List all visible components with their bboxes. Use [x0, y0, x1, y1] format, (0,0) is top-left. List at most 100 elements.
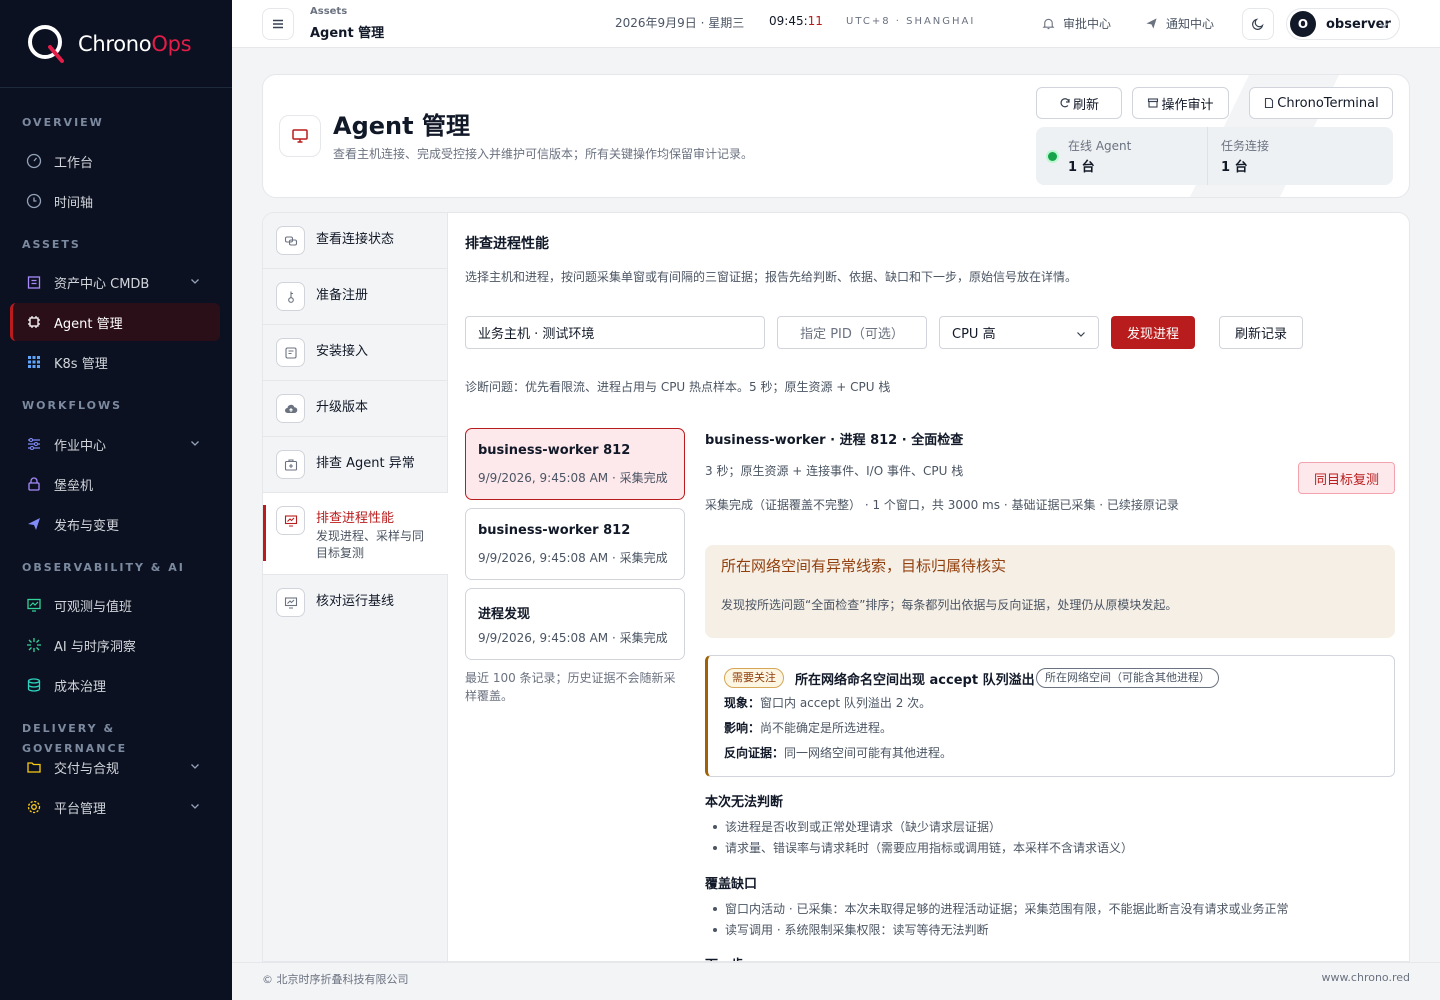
cannot-judge-title: 本次无法判断	[705, 795, 784, 810]
document-icon	[1265, 97, 1274, 109]
sidebar-item-label: 平台管理	[54, 801, 107, 817]
topbar: Assets Agent 管理 2026年9月9日 · 星期三 09:45:11…	[232, 0, 1440, 48]
chevron-down-icon	[1380, 23, 1388, 28]
sidebar-item-cost[interactable]: 成本治理	[10, 666, 220, 704]
install-icon	[276, 338, 305, 367]
step-baseline[interactable]: 核对运行基线	[263, 575, 448, 631]
brand-logo[interactable]: ChronoOps	[0, 0, 232, 88]
active-indicator	[263, 505, 266, 561]
send-icon	[28, 518, 40, 530]
menu-toggle-button[interactable]	[262, 8, 294, 40]
breadcrumb-parent[interactable]: Assets	[310, 6, 347, 17]
bell-icon	[1042, 18, 1055, 30]
refresh-icon	[1060, 98, 1070, 108]
footer-site-link[interactable]: www.chrono.red	[1321, 971, 1410, 984]
chip-icon	[28, 316, 40, 328]
monitor-chart-icon	[276, 588, 305, 617]
list-item: 读写调用 · 系统限制采集权限：读写等待无法判断	[711, 921, 988, 938]
monitor-chart-icon	[276, 506, 305, 535]
avatar: O	[1290, 11, 1316, 37]
sidebar-item-jobs[interactable]: 作业中心	[10, 425, 220, 463]
brand-name: ChronoOps	[78, 31, 192, 56]
detail-scope: 3 秒；原生资源 + 连接事件、I/O 事件、CPU 栈	[705, 464, 964, 478]
next-steps-title: 下一步	[705, 954, 744, 961]
alert-title: 所在网络空间有异常线索，目标归属待核实	[721, 557, 1007, 575]
agent-stats: 在线 Agent 1 台 任务连接 1 台	[1036, 127, 1393, 185]
list-item: 窗口内活动 · 已采集：本次未取得足够的进程活动证据；采集范围有限，不能据此断言…	[711, 900, 1288, 917]
sidebar-item-timeline[interactable]: 时间轴	[10, 182, 220, 220]
detail-status: 采集完成（证据覆盖不完整） · 1 个窗口，共 3000 ms · 基础证据已采…	[705, 498, 1179, 512]
sidebar-item-label: 发布与变更	[54, 518, 120, 534]
grid-icon	[28, 356, 40, 368]
monitor-chart-icon	[27, 598, 41, 612]
record-item[interactable]: business-worker 812 9/9/2026, 9:45:08 AM…	[465, 508, 685, 580]
step-upgrade[interactable]: 升级版本	[263, 381, 448, 437]
list-item: 该进程是否收到或正常处理请求（缺少请求层证据）	[711, 818, 1001, 835]
approval-center-link[interactable]: 审批中心	[1042, 15, 1111, 32]
page-subtitle: 查看主机连接、完成受控接入并维护可信版本；所有关键操作均保留审计记录。	[333, 147, 754, 161]
key-icon	[276, 282, 305, 311]
lock-icon	[28, 477, 40, 491]
chevron-down-icon	[191, 279, 199, 284]
theme-toggle-button[interactable]	[1242, 8, 1274, 40]
chevron-down-icon	[191, 804, 199, 809]
sidebar-item-release[interactable]: 发布与变更	[10, 505, 220, 543]
menu-icon	[273, 19, 283, 29]
section-assets: ASSETS	[22, 238, 81, 251]
gear-icon	[27, 800, 41, 814]
user-menu[interactable]: O observer	[1286, 8, 1400, 40]
refresh-button[interactable]: 刷新	[1036, 87, 1122, 119]
sidebar-item-label: 堡垒机	[54, 478, 94, 494]
sidebar: ChronoOps OVERVIEW 工作台 时间轴 ASSETS 资产中心 C…	[0, 0, 232, 1000]
sidebar-item-platform[interactable]: 平台管理	[10, 788, 220, 826]
archive-icon	[1148, 98, 1159, 108]
building-icon	[27, 276, 41, 289]
sidebar-item-cmdb[interactable]: 资产中心 CMDB	[10, 263, 220, 301]
sliders-icon	[28, 438, 40, 450]
chrono-terminal-button[interactable]: ChronoTerminal	[1249, 87, 1393, 119]
record-item[interactable]: business-worker 812 9/9/2026, 9:45:08 AM…	[465, 428, 685, 500]
chevron-down-icon	[191, 441, 199, 446]
monitor-icon	[279, 115, 321, 157]
notification-center-link[interactable]: 通知中心	[1145, 15, 1214, 32]
audit-button[interactable]: 操作审计	[1132, 87, 1229, 119]
page-title: Agent 管理	[333, 112, 470, 140]
list-item: 请求量、错误率与请求耗时（需要应用指标或调用链，本采样不含请求语义）	[711, 839, 1133, 856]
finding-row: 现象：窗口内 accept 队列溢出 2 次。	[724, 696, 932, 710]
step-process-performance[interactable]: 排查进程性能 发现进程、采样与同目标复测	[263, 493, 448, 575]
summary-alert: 所在网络空间有异常线索，目标归属待核实 发现按所选问题“全面检查”排序；每条都列…	[705, 545, 1395, 638]
sidebar-item-label: 成本治理	[54, 679, 107, 695]
sidebar-item-bastion[interactable]: 堡垒机	[10, 465, 220, 503]
logo-icon	[26, 23, 68, 65]
sidebar-item-observability[interactable]: 可观测与值班	[10, 586, 220, 624]
severity-badge: 需要关注	[724, 668, 784, 688]
section-title: 排查进程性能	[465, 236, 549, 252]
page-header-card: Agent 管理 查看主机连接、完成受控接入并维护可信版本；所有关键操作均保留审…	[262, 74, 1410, 198]
sparkle-icon	[27, 638, 41, 652]
step-install[interactable]: 安装接入	[263, 325, 448, 381]
breadcrumb-current: Agent 管理	[310, 26, 385, 41]
section-observability: OBSERVABILITY & AI	[22, 561, 185, 574]
sidebar-item-label: 资产中心 CMDB	[54, 276, 150, 292]
sidebar-item-agent[interactable]: Agent 管理	[10, 303, 220, 341]
send-icon	[1146, 18, 1157, 29]
sidebar-item-label: 可观测与值班	[54, 599, 133, 615]
finding-title: 所在网络命名空间出现 accept 队列溢出	[795, 673, 1035, 688]
step-connection-status[interactable]: 查看连接状态	[263, 213, 448, 269]
process-performance-content: 排查进程性能 选择主机和进程，按问题采集单窗或有间隔的三窗证据；报告先给判断、依…	[449, 213, 1409, 961]
record-item[interactable]: 进程发现 9/9/2026, 9:45:08 AM · 采集完成	[465, 588, 685, 660]
sidebar-item-ai[interactable]: AI 与时序洞察	[10, 626, 220, 664]
coverage-gaps-title: 覆盖缺口	[705, 877, 758, 892]
step-prepare-register[interactable]: 准备注册	[263, 269, 448, 325]
workflow-steps: 查看连接状态 准备注册 安装接入 升级版本 排查 Agent 异常 排查进程性能…	[263, 213, 448, 961]
current-time: 09:45:11	[769, 14, 823, 28]
sidebar-item-label: 工作台	[54, 155, 94, 171]
sidebar-item-k8s[interactable]: K8s 管理	[10, 343, 220, 381]
sidebar-item-label: AI 与时序洞察	[54, 639, 136, 655]
database-icon	[27, 678, 41, 692]
sidebar-item-compliance[interactable]: 交付与合规	[10, 748, 220, 786]
rerun-same-target-button[interactable]: 同目标复测	[1298, 462, 1395, 494]
sidebar-item-dashboard[interactable]: 工作台	[10, 142, 220, 180]
step-troubleshoot-agent[interactable]: 排查 Agent 异常	[263, 437, 448, 493]
sidebar-item-label: 作业中心	[54, 438, 107, 454]
